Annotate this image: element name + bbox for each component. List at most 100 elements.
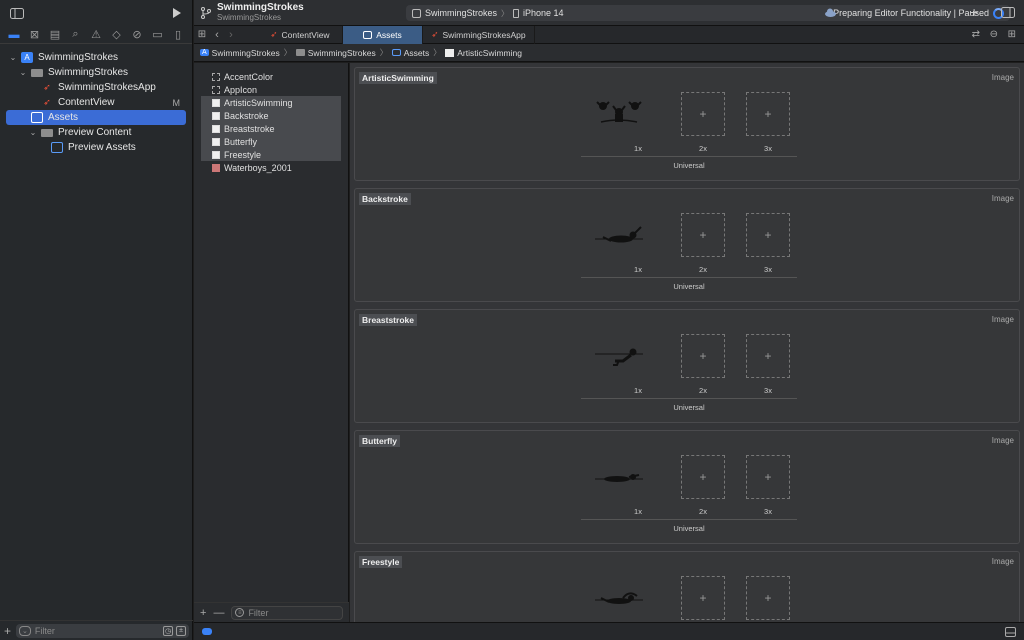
options-icon[interactable]: ⊖ xyxy=(990,29,998,40)
image-well-1x[interactable] xyxy=(595,334,643,378)
image-well-2x[interactable]: + xyxy=(681,455,725,499)
asset-row-appicon[interactable]: AppIcon xyxy=(194,83,348,96)
image-set-icon xyxy=(445,48,455,57)
tree-row-project[interactable]: ⌄ A SwimmingStrokes xyxy=(6,50,186,65)
breadcrumb-project[interactable]: A SwimmingStrokes xyxy=(200,48,280,58)
tree-row-preview-content[interactable]: ⌄ Preview Content xyxy=(6,125,186,140)
image-well-1x[interactable] xyxy=(596,92,642,136)
breadcrumb-assets[interactable]: Assets xyxy=(391,48,429,58)
image-well-3x[interactable]: + xyxy=(746,334,790,378)
split-editor-icon[interactable]: ⊞ xyxy=(1008,29,1016,40)
image-well-2x[interactable]: + xyxy=(681,92,725,136)
filter-scm-icon[interactable]: ± xyxy=(176,625,186,636)
add-icon[interactable]: + xyxy=(200,607,206,619)
scheme-selector[interactable]: SwimmingStrokes 〉 xyxy=(412,8,509,19)
folder-icon[interactable]: ▬ xyxy=(7,28,21,42)
image-well-2x[interactable]: + xyxy=(681,213,725,257)
asset-filter-input[interactable]: ≡ Filter xyxy=(231,605,343,620)
report-icon[interactable]: ▯ xyxy=(171,28,185,42)
console-toggle-icon[interactable] xyxy=(1005,627,1016,637)
source-control-icon[interactable]: ⊠ xyxy=(28,28,42,42)
recent-files-icon[interactable]: ◷ xyxy=(163,625,173,636)
breaststroke-icon xyxy=(595,348,643,366)
inspector-toggle-icon[interactable] xyxy=(1001,7,1015,18)
image-set-icon xyxy=(212,98,220,107)
tree-row-contentview[interactable]: ➶ ContentView M xyxy=(6,95,186,110)
test-icon[interactable]: ◇ xyxy=(110,28,124,42)
image-well-3x[interactable]: + xyxy=(746,576,790,620)
asset-label: AccentColor xyxy=(224,71,274,82)
asset-row-butterfly[interactable]: Butterfly xyxy=(201,135,341,148)
asset-row-freestyle[interactable]: Freestyle xyxy=(201,148,341,161)
image-wells: + + xyxy=(595,576,807,622)
breadcrumb-artisticswimming[interactable]: ArtisticSwimming xyxy=(445,48,522,58)
image-well-1x[interactable] xyxy=(595,576,643,620)
tab-swimmingstrokesapp[interactable]: ➶ SwimmingStrokesApp xyxy=(423,25,535,44)
tab-assets[interactable]: Assets xyxy=(343,25,423,44)
symbol-icon[interactable]: ▤ xyxy=(48,28,62,42)
add-icon[interactable]: + xyxy=(970,4,978,20)
breakpoint-icon[interactable]: ▭ xyxy=(151,28,165,42)
cloud-icon[interactable] xyxy=(824,8,837,17)
tree-row-label: ContentView xyxy=(58,97,115,108)
image-set-artisticswimming[interactable]: ArtisticSwimming Image + + 1x 2x 3x Univ… xyxy=(354,67,1020,181)
image-set-backstroke[interactable]: Backstroke Image + + 1x 2x 3x Universal xyxy=(354,188,1020,302)
filter-menu-icon[interactable]: ⌄ xyxy=(19,625,31,636)
folder-icon xyxy=(41,128,53,137)
activity-status[interactable]: Preparing Editor Functionality | Paused xyxy=(833,7,1004,19)
tree-row-assets[interactable]: Assets xyxy=(6,110,186,125)
device-selector[interactable]: iPhone 14 xyxy=(513,8,564,18)
navigator-filter-input[interactable]: ⌄ Filter ◷ ± xyxy=(16,623,189,638)
sidebar-toggle-icon[interactable] xyxy=(10,7,24,19)
tree-row-swimmingstrokesapp[interactable]: ➶ SwimmingStrokesApp xyxy=(6,80,186,95)
image-set-butterfly[interactable]: Butterfly Image + + 1x 2x 3x Universal xyxy=(354,430,1020,544)
chevron-down-icon[interactable]: ⌄ xyxy=(28,128,38,137)
image-well-3x[interactable]: + xyxy=(746,213,790,257)
image-well-2x[interactable]: + xyxy=(681,576,725,620)
image-well-1x[interactable] xyxy=(595,213,643,257)
debug-icon[interactable]: ⊘ xyxy=(130,28,144,42)
add-icon[interactable]: + xyxy=(4,624,11,638)
remove-icon[interactable]: — xyxy=(213,607,224,619)
breadcrumb-label: SwimmingStrokes xyxy=(211,47,280,58)
asset-row-backstroke[interactable]: Backstroke xyxy=(201,109,341,122)
chevron-down-icon[interactable]: ⌄ xyxy=(18,68,28,77)
asset-row-waterboys[interactable]: Waterboys_2001 xyxy=(194,161,348,174)
image-well-2x[interactable]: + xyxy=(681,334,725,378)
run-icon[interactable] xyxy=(172,7,182,19)
image-well-3x[interactable]: + xyxy=(746,92,790,136)
chevron-right-icon: 〉 xyxy=(501,8,510,18)
color-set-icon xyxy=(212,72,220,81)
grid-icon[interactable]: ⊞ xyxy=(194,29,210,40)
image-well-1x[interactable] xyxy=(595,455,643,499)
asset-row-breaststroke[interactable]: Breaststroke xyxy=(201,122,341,135)
project-name: SwimmingStrokes xyxy=(217,2,304,13)
warning-icon[interactable]: ⚠ xyxy=(89,28,103,42)
tree-row-label: SwimmingStrokes xyxy=(48,67,129,78)
asset-row-artisticswimming[interactable]: ArtisticSwimming xyxy=(201,96,341,109)
debug-area-toggle-icon[interactable] xyxy=(202,628,212,635)
search-icon[interactable]: ⌕ xyxy=(69,28,83,42)
image-set-breaststroke[interactable]: Breaststroke Image + + 1x 2x 3x Universa… xyxy=(354,309,1020,423)
image-well-3x[interactable]: + xyxy=(746,455,790,499)
breadcrumb-folder[interactable]: SwimmingStrokes xyxy=(295,48,376,58)
navigator-tabs: ▬ ⊠ ▤ ⌕ ⚠ ◇ ⊘ ▭ ▯ xyxy=(0,26,192,44)
filter-placeholder: Filter xyxy=(34,625,55,636)
chevron-down-icon[interactable]: ⌄ xyxy=(8,53,18,62)
scale-label: 3x xyxy=(764,386,772,395)
asset-catalog-icon xyxy=(363,30,373,39)
image-set-icon xyxy=(212,111,220,120)
image-set-freestyle[interactable]: Freestyle Image + + xyxy=(354,551,1020,622)
tree-row-folder[interactable]: ⌄ SwimmingStrokes xyxy=(6,65,186,80)
image-set-type: Image xyxy=(991,315,1014,324)
tab-contentview[interactable]: ➶ ContentView xyxy=(258,25,343,44)
project-title[interactable]: SwimmingStrokes SwimmingStrokes xyxy=(201,3,304,22)
forward-icon[interactable]: › xyxy=(224,29,238,41)
swap-icon[interactable]: ⇄ xyxy=(972,29,980,40)
tree-row-preview-assets[interactable]: Preview Assets xyxy=(6,140,186,155)
back-icon[interactable]: ‹ xyxy=(210,29,224,41)
phone-icon xyxy=(513,8,520,18)
asset-row-accentcolor[interactable]: AccentColor xyxy=(194,70,348,83)
breadcrumb-label: ArtisticSwimming xyxy=(457,47,522,58)
asset-label: Freestyle xyxy=(224,149,262,160)
